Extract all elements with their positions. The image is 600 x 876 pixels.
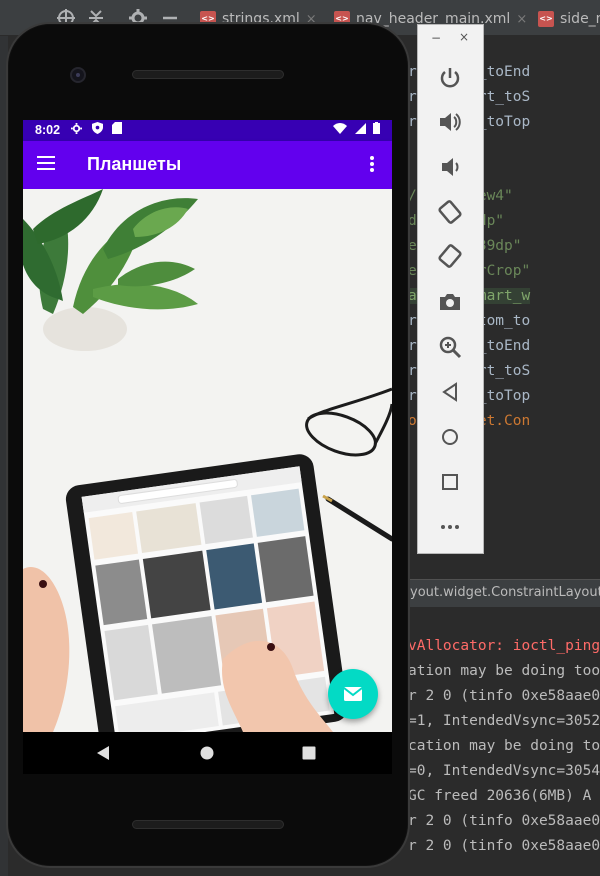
tablet-photo [23, 189, 392, 732]
battery-icon [373, 122, 380, 134]
log-line: ation may be doing too [408, 663, 600, 679]
log-line: GC freed 20636(6MB) A [408, 788, 592, 804]
email-icon [343, 687, 363, 701]
status-right-icons [333, 122, 380, 137]
tab-side-nav[interactable]: <> side_n [538, 4, 600, 34]
log-line: =1, IntendedVsync=3052 [408, 713, 600, 729]
back-icon[interactable] [97, 746, 111, 760]
gear-icon [71, 123, 82, 134]
power-icon[interactable] [437, 65, 463, 91]
overview-icon[interactable] [437, 469, 463, 495]
status-bar: 8:02 [23, 120, 392, 141]
emulator-toolbar: − × [417, 24, 484, 554]
window-controls: − × [418, 25, 483, 53]
tab-label: side_n [560, 11, 600, 27]
log-line: =0, IntendedVsync=3054 [408, 763, 600, 779]
volume-down-icon[interactable] [437, 154, 463, 180]
xml-file-icon: <> [538, 11, 554, 27]
status-left-icons [71, 122, 122, 137]
home-icon[interactable] [200, 746, 214, 760]
email-fab-button[interactable] [328, 669, 378, 719]
app-bar: Планшеты [23, 141, 392, 189]
shield-icon [91, 122, 103, 134]
more-icon[interactable] [437, 514, 463, 540]
close-icon[interactable]: × [459, 30, 469, 44]
wifi-icon [333, 123, 347, 134]
home-icon[interactable] [437, 424, 463, 450]
minimize-icon[interactable]: − [431, 31, 441, 45]
signal-icon [354, 123, 366, 134]
rotate-left-icon[interactable] [437, 199, 463, 225]
log-line: r 2 0 (tinfo 0xe58aae0 [408, 838, 600, 854]
front-camera [70, 67, 86, 83]
close-icon[interactable]: × [516, 12, 527, 27]
top-speaker [132, 70, 284, 79]
status-time: 8:02 [35, 123, 61, 137]
log-line: r 2 0 (tinfo 0xe58aae0 [408, 813, 600, 829]
hamburger-menu-icon[interactable] [37, 156, 57, 172]
system-nav-bar [23, 732, 392, 774]
back-icon[interactable] [437, 379, 463, 405]
overflow-menu-icon[interactable] [370, 156, 376, 174]
volume-up-icon[interactable] [437, 109, 463, 135]
zoom-icon[interactable] [437, 334, 463, 360]
breadcrumb[interactable]: yout.widget.ConstraintLayout [408, 579, 600, 607]
log-line: vAllocator: ioctl_ping [408, 638, 600, 654]
hero-image [23, 189, 392, 732]
sd-card-icon [112, 122, 122, 134]
device-screen[interactable]: 8:02 Планшеты [23, 120, 392, 732]
camera-icon[interactable] [437, 289, 463, 315]
bottom-speaker [132, 820, 284, 829]
page-title: Планшеты [87, 154, 182, 174]
recents-icon[interactable] [302, 746, 316, 760]
rotate-right-icon[interactable] [437, 243, 463, 269]
log-line: cation may be doing to [408, 738, 600, 754]
logcat-panel[interactable]: vAllocator: ioctl_ping ation may be doin… [408, 634, 600, 876]
log-line: r 2 0 (tinfo 0xe58aae0 [408, 688, 600, 704]
